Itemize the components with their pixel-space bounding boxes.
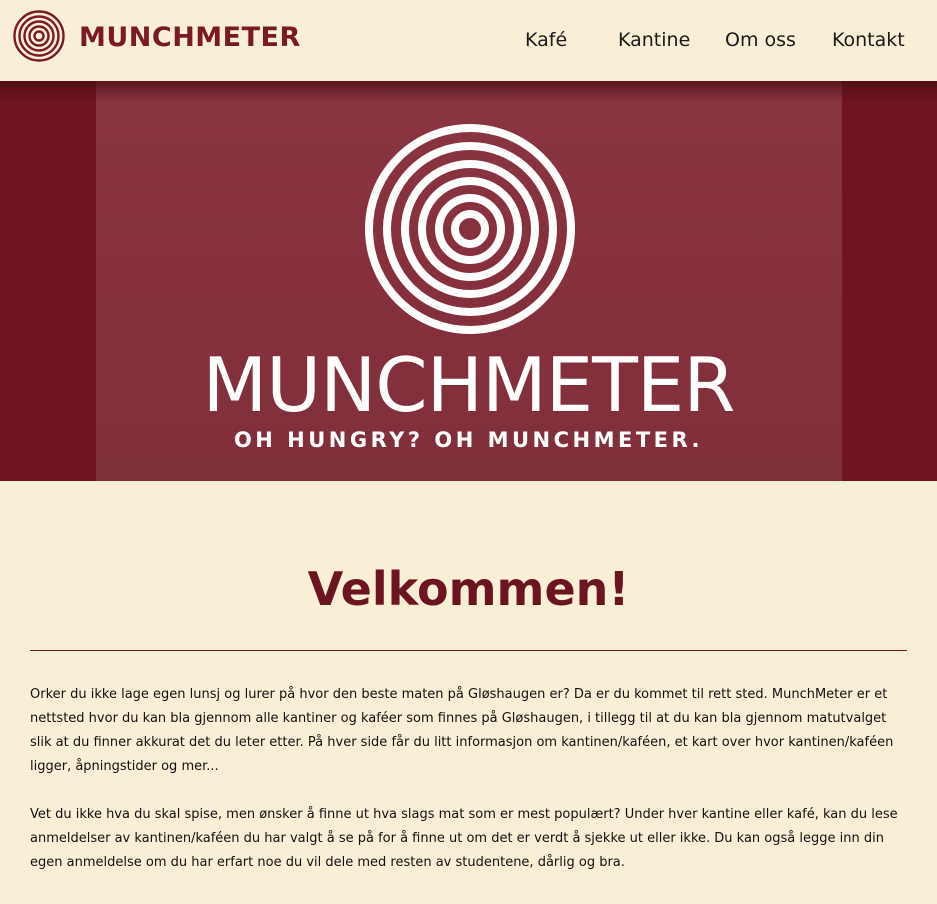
munchmeter-rings-icon xyxy=(365,124,575,334)
hero-banner: MUNCHMETER OH HUNGRY? OH MUNCHMETER. xyxy=(0,81,937,481)
nav-link-om-oss[interactable]: Om oss xyxy=(725,29,796,51)
navbar: MUNCHMETER Kafé Kantine Om oss Kontakt xyxy=(0,0,937,81)
munchmeter-logo-icon[interactable] xyxy=(12,9,66,63)
nav-link-kontakt[interactable]: Kontakt xyxy=(832,29,905,51)
nav-link-kantine[interactable]: Kantine xyxy=(618,29,690,51)
brand-name[interactable]: MUNCHMETER xyxy=(79,22,301,53)
nav-link-kafe[interactable]: Kafé xyxy=(525,29,567,51)
intro-paragraph: Orker du ikke lage egen lunsj og lurer p… xyxy=(30,687,894,774)
welcome-heading: Velkommen! xyxy=(307,562,630,616)
hero-shadow xyxy=(0,81,937,103)
hero-tagline: OH HUNGRY? OH MUNCHMETER. xyxy=(233,428,704,452)
reviews-paragraph: Vet du ikke hva du skal spise, men ønske… xyxy=(30,807,898,870)
divider xyxy=(30,650,907,651)
hero-brand-name: MUNCHMETER xyxy=(202,341,736,429)
